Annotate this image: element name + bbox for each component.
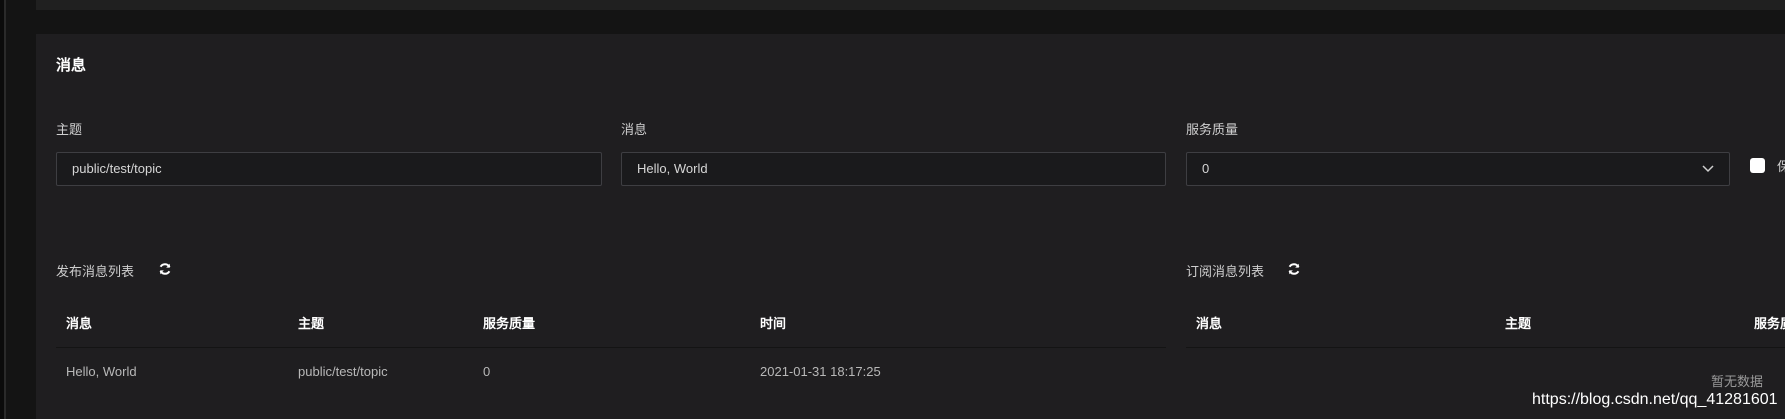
- published-col-time: 时间: [760, 316, 787, 331]
- message-input[interactable]: Hello, World: [621, 152, 1166, 186]
- subscribed-list-title: 订阅消息列表: [1186, 264, 1265, 279]
- previous-card-bottom: [36, 0, 1785, 10]
- empty-state-text: 暂无数据: [1711, 374, 1764, 389]
- published-cell-topic: public/test/topic: [298, 364, 388, 379]
- message-label: 消息: [621, 122, 648, 137]
- qos-select[interactable]: 0: [1186, 152, 1730, 186]
- messages-card: [36, 34, 1785, 419]
- published-cell-time: 2021-01-31 18:17:25: [760, 364, 881, 379]
- chevron-down-icon: [1702, 165, 1714, 173]
- watermark: https://blog.csdn.net/qq_41281601: [1532, 391, 1778, 408]
- retain-checkbox[interactable]: [1750, 158, 1765, 173]
- refresh-icon[interactable]: [1287, 262, 1301, 276]
- subscribed-header-divider: [1186, 347, 1785, 348]
- published-header-divider: [56, 347, 1166, 348]
- published-col-message: 消息: [66, 316, 93, 331]
- qos-select-value: 0: [1202, 161, 1210, 176]
- published-cell-qos: 0: [483, 364, 491, 379]
- window-frame-edge: [4, 0, 6, 419]
- retain-label: 保: [1777, 159, 1785, 174]
- topic-input[interactable]: public/test/topic: [56, 152, 602, 186]
- topic-label: 主题: [56, 122, 83, 137]
- published-col-qos: 服务质量: [483, 316, 536, 331]
- qos-label: 服务质量: [1186, 122, 1239, 137]
- subscribed-col-message: 消息: [1196, 316, 1223, 331]
- published-col-topic: 主题: [298, 316, 325, 331]
- card-title: 消息: [56, 57, 87, 74]
- published-list-title: 发布消息列表: [56, 264, 135, 279]
- subscribed-col-topic: 主题: [1505, 316, 1532, 331]
- refresh-icon[interactable]: [158, 262, 172, 276]
- published-cell-message: Hello, World: [66, 364, 137, 379]
- subscribed-col-qos: 服务质: [1754, 316, 1785, 331]
